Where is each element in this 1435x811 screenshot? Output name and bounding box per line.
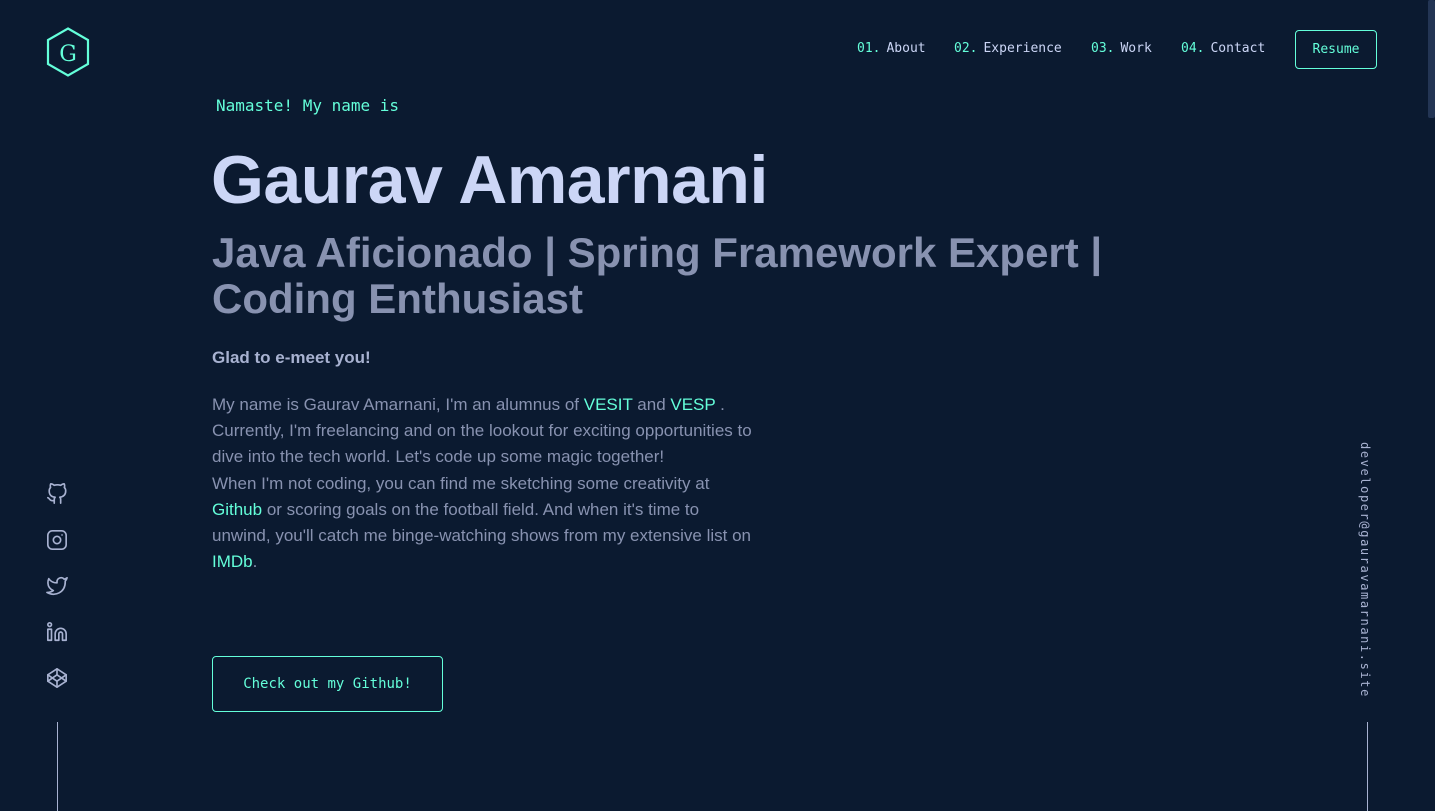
hero-tagline: Java Aficionado | Spring Framework Exper…: [212, 229, 1103, 322]
github-link[interactable]: Github: [212, 500, 262, 519]
github-cta-button[interactable]: Check out my Github!: [212, 656, 443, 712]
nav-item-about[interactable]: 01. About: [857, 41, 926, 56]
logo-letter: G: [59, 42, 77, 67]
right-vertical-line: [1367, 722, 1368, 811]
nav-item-contact[interactable]: 04. Contact: [1181, 41, 1265, 56]
nav-number: 04.: [1181, 41, 1205, 56]
imdb-link[interactable]: IMDb: [212, 552, 253, 571]
twitter-icon: [46, 576, 68, 596]
bio-text: or scoring goals on the football field. …: [212, 499, 751, 546]
github-social-link[interactable]: [45, 482, 69, 506]
codepen-social-link[interactable]: [45, 666, 69, 690]
bio-text: and: [632, 395, 671, 414]
left-vertical-line: [57, 722, 58, 811]
scrollbar-thumb[interactable]: [1428, 0, 1435, 118]
bio-text: When I'm not coding, you can find me ske…: [212, 473, 710, 493]
github-icon: [47, 483, 67, 504]
nav-number: 01.: [857, 41, 881, 56]
email-link[interactable]: developer@gauravamarnani.site: [1358, 442, 1372, 698]
nav-label: Work: [1120, 41, 1152, 56]
linkedin-social-link[interactable]: [45, 620, 69, 644]
nav-item-experience[interactable]: 02. Experience: [954, 41, 1062, 56]
nav-label: Contact: [1210, 41, 1266, 56]
codepen-icon: [47, 668, 67, 688]
nav-number: 03.: [1091, 41, 1115, 56]
nav-label: About: [886, 41, 926, 56]
vesit-link[interactable]: VESIT: [584, 395, 633, 414]
bio-text: My name is Gaurav Amarnani, I'm an alumn…: [212, 395, 584, 414]
logo[interactable]: G: [46, 27, 90, 77]
bio: My name is Gaurav Amarnani, I'm an alumn…: [212, 392, 752, 575]
nav-item-work[interactable]: 03. Work: [1091, 41, 1152, 56]
vesp-link[interactable]: VESP: [670, 395, 715, 414]
scrollbar-track[interactable]: [1428, 0, 1435, 811]
hexagon-logo-icon: G: [46, 27, 90, 77]
instagram-icon: [47, 530, 67, 550]
twitter-social-link[interactable]: [45, 574, 69, 598]
hero-name: Gaurav Amarnani: [211, 142, 768, 218]
greeting: Namaste! My name is: [216, 96, 400, 115]
nav-label: Experience: [983, 41, 1062, 56]
nav-number: 02.: [954, 41, 978, 56]
resume-button[interactable]: Resume: [1295, 30, 1377, 69]
instagram-social-link[interactable]: [45, 528, 69, 552]
bio-text: .: [252, 552, 258, 572]
glad-text: Glad to e-meet you!: [212, 348, 371, 367]
linkedin-icon: [47, 622, 67, 642]
